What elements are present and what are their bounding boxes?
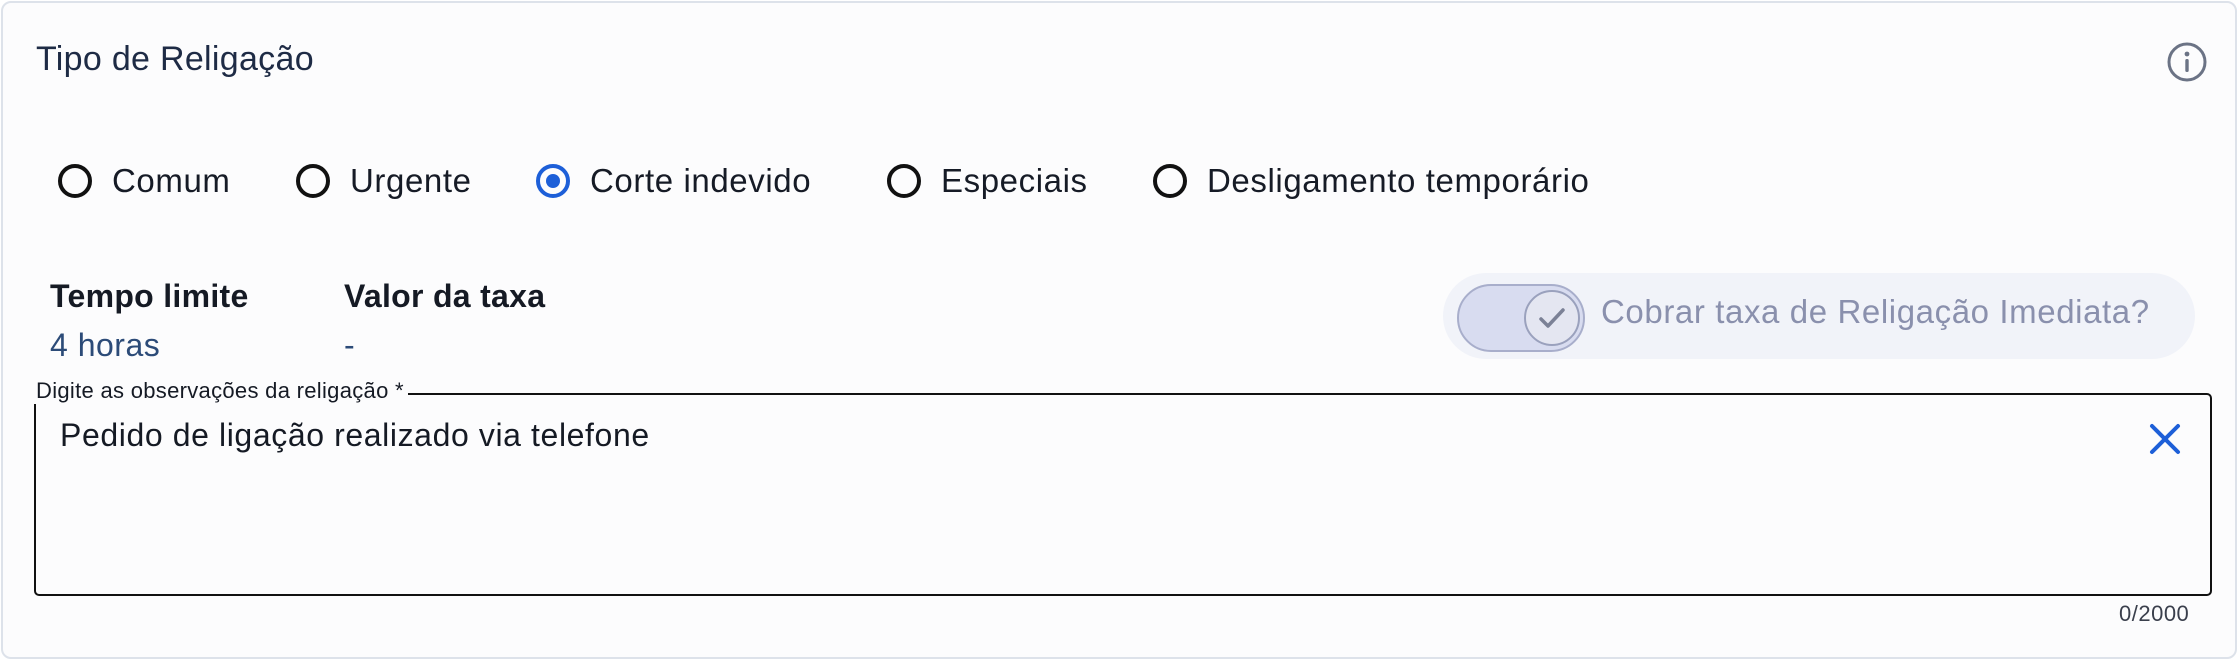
fee-value: -: [344, 327, 356, 363]
radio-label: Corte indevido: [590, 162, 812, 199]
toggle-thumb[interactable]: [1524, 290, 1580, 346]
radio-option-urgente[interactable]: Urgente: [296, 156, 472, 206]
time-limit-label: Tempo limite: [50, 278, 249, 314]
radio-label: Comum: [112, 162, 231, 199]
radio-label: Especiais: [941, 162, 1088, 199]
section-title: Tipo de Religação: [36, 40, 314, 78]
observations-text[interactable]: Pedido de ligação realizado via telefone: [60, 417, 650, 454]
info-circle-icon[interactable]: [2166, 41, 2208, 83]
radio-option-desligamento-temporario[interactable]: Desligamento temporário: [1153, 156, 1589, 206]
radio-label: Urgente: [350, 162, 472, 199]
toggle-track[interactable]: [1457, 284, 1585, 352]
radio-circle[interactable]: [887, 164, 921, 198]
observations-label: Digite as observações da religação *: [32, 378, 408, 404]
character-counter: 0/2000: [2119, 601, 2190, 626]
fee-label: Valor da taxa: [344, 278, 546, 314]
radio-circle[interactable]: [58, 164, 92, 198]
radio-label: Desligamento temporário: [1207, 162, 1590, 199]
observations-textarea[interactable]: Pedido de ligação realizado via telefone: [34, 393, 2212, 596]
toggle-label: Cobrar taxa de Religação Imediata?: [1601, 293, 2150, 330]
check-icon: [1539, 308, 1565, 328]
religation-type-card: Tipo de Religação Comum Urgente Corte in…: [1, 1, 2237, 659]
time-limit-value: 4 horas: [50, 327, 161, 363]
close-icon[interactable]: [2147, 421, 2183, 457]
radio-option-especiais[interactable]: Especiais: [887, 156, 1088, 206]
radio-circle-checked[interactable]: [536, 164, 570, 198]
radio-circle[interactable]: [1153, 164, 1187, 198]
radio-option-comum[interactable]: Comum: [58, 156, 231, 206]
immediate-fee-toggle[interactable]: Cobrar taxa de Religação Imediata?: [1443, 273, 2195, 359]
radio-option-corte-indevido[interactable]: Corte indevido: [536, 156, 811, 206]
radio-circle[interactable]: [296, 164, 330, 198]
